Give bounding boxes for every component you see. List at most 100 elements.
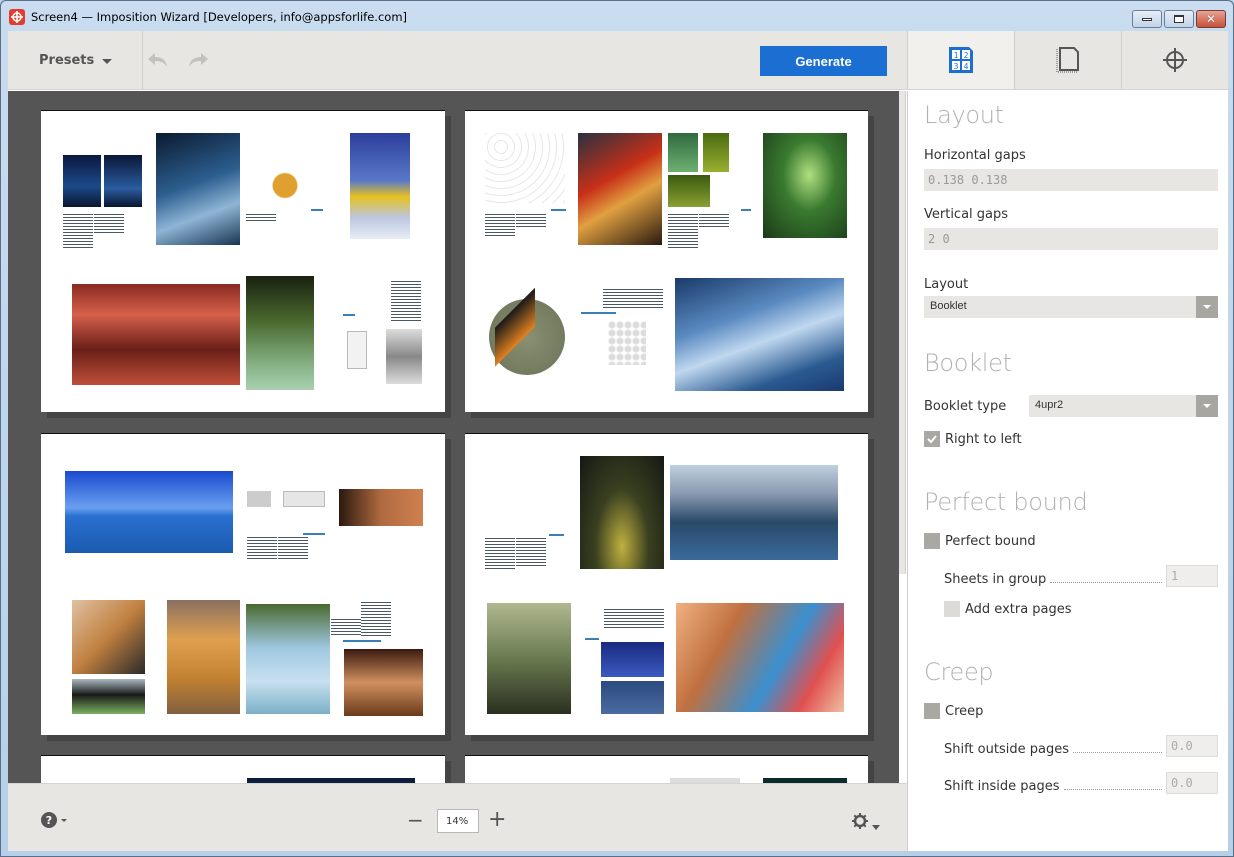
thumbnail-image (72, 284, 240, 385)
thumbnail-image (763, 133, 847, 238)
creep-checkbox[interactable]: Creep (924, 703, 983, 719)
checkmark-icon (927, 435, 937, 444)
thumbnail-image (104, 155, 142, 207)
settings-panel: Layout Horizontal gaps 0.138 0.138 Verti… (907, 91, 1228, 851)
text-block (247, 537, 277, 561)
thumbnail-image (487, 603, 571, 714)
shift-outside-row: Shift outside pages 0.0 (944, 735, 1218, 757)
vertical-gaps-input[interactable]: 2 0 (924, 228, 1218, 250)
grid-1234-icon: 1 2 3 4 (949, 47, 973, 73)
help-button[interactable]: ? (41, 812, 67, 828)
tab-page[interactable] (1014, 31, 1121, 89)
zoom-out-button[interactable]: − (407, 810, 424, 830)
text-block (603, 289, 663, 309)
thumbnail-image (350, 133, 410, 239)
add-extra-pages-checkbox[interactable]: Add extra pages (944, 601, 1072, 617)
creep-label: Creep (945, 703, 984, 719)
thumbnail-image (703, 133, 729, 172)
sheets-in-group-input[interactable]: 1 (1166, 565, 1218, 587)
chevron-down-icon (61, 818, 67, 822)
gear-icon (852, 813, 868, 829)
thumbnail-image (601, 642, 664, 677)
maximize-icon (1174, 15, 1184, 23)
settings-button[interactable] (851, 812, 880, 830)
toolbar: Presets Generate (8, 31, 907, 90)
text-block (699, 214, 729, 229)
caption (343, 640, 381, 642)
tab-layout[interactable]: 1 2 3 4 (907, 31, 1014, 89)
client-area: Presets Generate 1 2 3 4 ? − 14% + Layou… (8, 31, 1228, 851)
title-bar: Screen4 — Imposition Wizard [Developers,… (1, 1, 1233, 32)
thumbnail-image (485, 133, 565, 203)
presets-label: Presets (39, 53, 95, 68)
page-icon (1056, 47, 1079, 73)
zoom-in-button[interactable]: + (488, 809, 506, 831)
redo-arrow-icon (189, 53, 208, 67)
text-block (516, 214, 546, 227)
generate-button[interactable]: Generate (760, 46, 887, 76)
layout-select[interactable]: Booklet (924, 296, 1218, 318)
caption (551, 209, 566, 211)
caption (303, 533, 325, 535)
checkbox-unchecked (944, 601, 960, 617)
caption (549, 534, 564, 536)
caption (311, 209, 323, 211)
scrollbar-thumb[interactable] (899, 91, 906, 574)
dotted-leader (1063, 789, 1162, 790)
zoom-input[interactable] (437, 809, 479, 833)
shift-inside-label: Shift inside pages (944, 779, 1060, 794)
sheet-4 (465, 433, 868, 735)
chevron-down-icon (1196, 395, 1218, 417)
thumbnail-image (63, 155, 101, 207)
booklet-type-value: 4upr2 (1035, 399, 1064, 411)
preview-scrollbar[interactable] (899, 91, 907, 783)
thumbnail-image (246, 604, 330, 714)
booklet-type-select[interactable]: 4upr2 (1029, 395, 1218, 417)
sheet-5 (41, 755, 445, 783)
caption (581, 312, 616, 314)
text-block (391, 281, 421, 321)
shift-outside-input[interactable]: 0.0 (1166, 735, 1218, 757)
sheet-1 (41, 110, 445, 412)
section-title-layout: Layout (924, 101, 1004, 129)
shift-inside-row: Shift inside pages 0.0 (944, 772, 1218, 794)
text-block (668, 214, 698, 248)
redo-button[interactable] (187, 51, 209, 69)
thumbnail-image (675, 278, 844, 391)
tab-marks[interactable] (1121, 31, 1228, 89)
thumbnail-image (246, 276, 314, 390)
thumbnail-image (156, 133, 240, 245)
close-icon: ✕ (1205, 12, 1217, 26)
horizontal-gaps-input[interactable]: 0.138 0.138 (924, 169, 1218, 191)
checkbox-unchecked (924, 533, 940, 549)
app-logo-icon (9, 9, 25, 25)
horizontal-gaps-label: Horizontal gaps (924, 148, 1026, 163)
preview-area[interactable] (8, 91, 899, 783)
text-block (361, 602, 391, 636)
app-window: Screen4 — Imposition Wizard [Developers,… (0, 0, 1234, 857)
thumbnail-image (676, 603, 844, 712)
undo-button[interactable] (147, 51, 169, 69)
add-extra-pages-label: Add extra pages (965, 601, 1072, 617)
text-block (278, 537, 308, 559)
thumbnail-image (580, 456, 664, 569)
thumbnail-image (670, 465, 838, 560)
chevron-down-icon (1196, 296, 1218, 318)
perfect-bound-checkbox[interactable]: Perfect bound (924, 533, 1036, 549)
shift-inside-input[interactable]: 0.0 (1166, 772, 1218, 794)
checkbox-checked (924, 431, 940, 447)
right-to-left-checkbox[interactable]: Right to left (924, 431, 1022, 447)
maximize-button[interactable] (1164, 10, 1194, 28)
presets-dropdown[interactable]: Presets (8, 31, 143, 90)
svg-text:2: 2 (964, 51, 969, 60)
text-block (94, 214, 124, 233)
section-title-perfect-bound: Perfect bound (924, 488, 1088, 516)
thumbnail-image (601, 681, 664, 714)
perfect-bound-label: Perfect bound (945, 533, 1036, 549)
dotted-leader (1050, 582, 1162, 583)
thumbnail-image (339, 489, 423, 526)
dotted-leader (1072, 752, 1162, 753)
close-button[interactable]: ✕ (1196, 10, 1226, 28)
minimize-button[interactable] (1132, 10, 1162, 28)
thumbnail-image (247, 491, 271, 507)
